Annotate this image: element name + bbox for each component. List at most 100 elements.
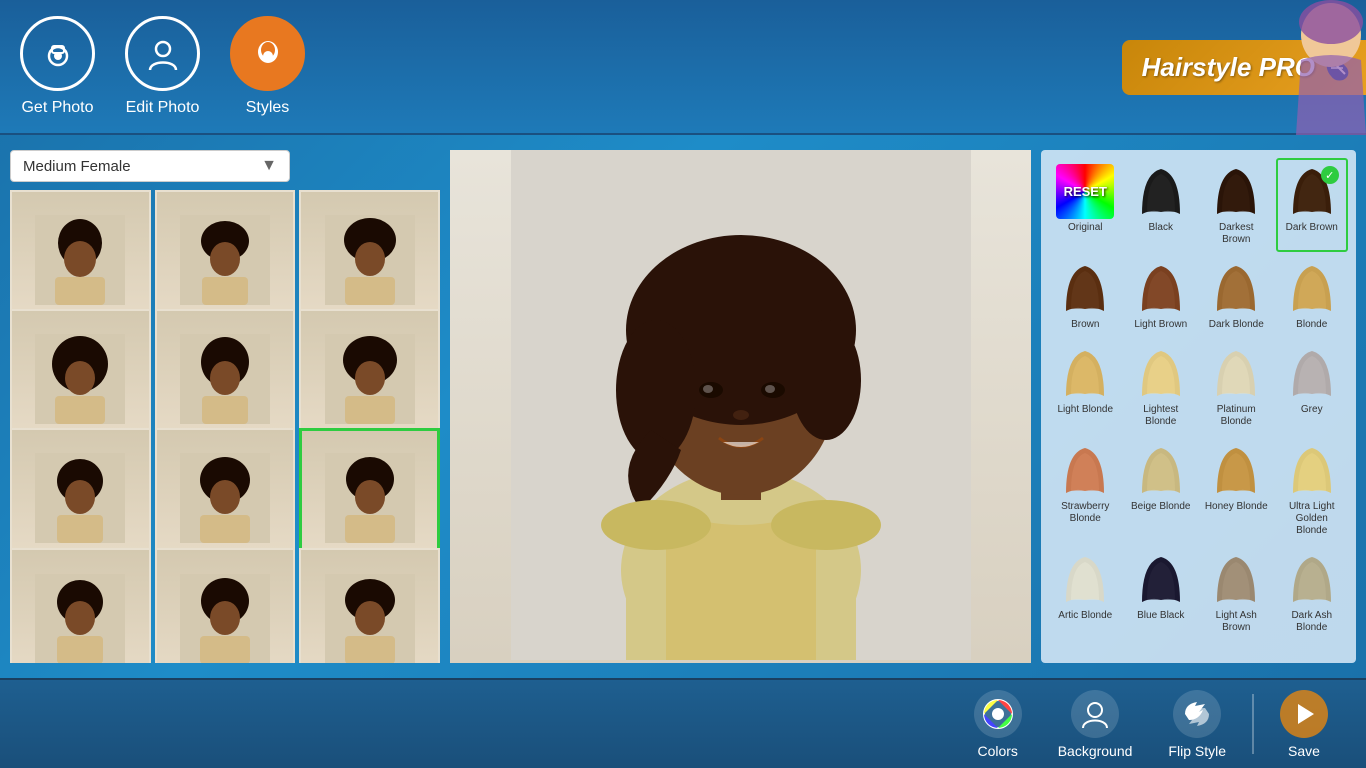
color-label-lightest-blonde: Lightest Blonde [1129, 404, 1194, 428]
colors-button[interactable]: Colors [956, 682, 1040, 767]
color-label-original: Original [1068, 222, 1102, 234]
background-icon [1071, 690, 1119, 738]
center-panel [450, 150, 1031, 663]
logo-area: Hairstyle PRO [1106, 0, 1366, 135]
color-item-blonde[interactable]: Blonde [1276, 255, 1349, 337]
color-item-darkest-brown[interactable]: Darkest Brown [1200, 158, 1273, 252]
colors-grid: RESET Original Black Darkest Brown [1049, 158, 1348, 640]
reset-swatch: RESET [1056, 164, 1114, 219]
style-category-dropdown[interactable]: Medium Female ▼ [10, 150, 290, 182]
color-label-strawberry-blonde: Strawberry Blonde [1053, 501, 1118, 525]
color-item-grey[interactable]: Grey [1276, 340, 1349, 434]
grey-swatch [1283, 346, 1341, 401]
color-label-ultra-light-golden-blonde: Ultra Light Golden Blonde [1280, 501, 1345, 537]
artic-blonde-swatch [1056, 552, 1114, 607]
black-swatch [1132, 164, 1190, 219]
color-item-platinum-blonde[interactable]: Platinum Blonde [1200, 340, 1273, 434]
dark-brown-swatch: ✓ [1283, 164, 1341, 219]
selected-check-icon: ✓ [1321, 166, 1339, 184]
save-label: Save [1288, 743, 1320, 759]
flip-style-label: Flip Style [1168, 743, 1226, 759]
styles-button[interactable]: Styles [230, 16, 305, 117]
dark-blonde-swatch [1207, 261, 1265, 316]
color-label-beige-blonde: Beige Blonde [1131, 501, 1191, 513]
colors-label: Colors [977, 743, 1017, 759]
color-item-dark-blonde[interactable]: Dark Blonde [1200, 255, 1273, 337]
color-item-original[interactable]: RESET Original [1049, 158, 1122, 252]
hairstyle-icon [230, 16, 305, 91]
color-item-black[interactable]: Black [1125, 158, 1198, 252]
divider [1252, 694, 1254, 754]
color-label-light-brown: Light Brown [1134, 319, 1187, 331]
background-button[interactable]: Background [1040, 682, 1151, 767]
top-bar: Get Photo Edit Photo Styles [0, 0, 1366, 135]
edit-photo-button[interactable]: Edit Photo [125, 16, 200, 117]
get-photo-label: Get Photo [21, 99, 93, 117]
color-label-dark-brown: Dark Brown [1286, 222, 1338, 234]
save-button[interactable]: Save [1262, 682, 1346, 767]
lightest-blonde-swatch [1132, 346, 1190, 401]
style-item-63[interactable]: ✓ [299, 428, 440, 569]
ultra-light-golden-blonde-swatch [1283, 443, 1341, 498]
main-content: Medium Female ▼ 55 56 [0, 135, 1366, 678]
color-item-beige-blonde[interactable]: Beige Blonde [1125, 437, 1198, 543]
style-item-64[interactable]: 64 [10, 548, 151, 663]
color-label-brown: Brown [1071, 319, 1099, 331]
style-item-65[interactable]: 65 [155, 548, 296, 663]
styles-label: Styles [246, 99, 290, 117]
style-item-66[interactable]: 66 [299, 548, 440, 663]
logo-woman-decoration [1236, 0, 1366, 135]
nav-buttons: Get Photo Edit Photo Styles [20, 16, 305, 117]
light-blonde-swatch [1056, 346, 1114, 401]
style-item-61[interactable]: 61 [10, 428, 151, 569]
color-item-dark-brown[interactable]: ✓ Dark Brown [1276, 158, 1349, 252]
color-label-dark-blonde: Dark Blonde [1209, 319, 1264, 331]
colors-icon [974, 690, 1022, 738]
dropdown-label: Medium Female [23, 158, 131, 175]
strawberry-blonde-swatch [1056, 443, 1114, 498]
left-panel: Medium Female ▼ 55 56 [10, 150, 440, 663]
color-label-blonde: Blonde [1296, 319, 1327, 331]
color-item-brown[interactable]: Brown [1049, 255, 1122, 337]
color-label-darkest-brown: Darkest Brown [1204, 222, 1269, 246]
color-label-dark-ash-blonde: Dark Ash Blonde [1280, 610, 1345, 634]
dark-ash-blonde-swatch [1283, 552, 1341, 607]
color-item-light-ash-brown[interactable]: Light Ash Brown [1200, 546, 1273, 640]
color-item-honey-blonde[interactable]: Honey Blonde [1200, 437, 1273, 543]
color-item-dark-ash-blonde[interactable]: Dark Ash Blonde [1276, 546, 1349, 640]
light-brown-swatch [1132, 261, 1190, 316]
camera-icon [20, 16, 95, 91]
blue-black-swatch [1132, 552, 1190, 607]
color-label-grey: Grey [1301, 404, 1323, 416]
edit-photo-label: Edit Photo [126, 99, 200, 117]
color-label-honey-blonde: Honey Blonde [1205, 501, 1268, 513]
color-item-blue-black[interactable]: Blue Black [1125, 546, 1198, 640]
chevron-down-icon: ▼ [261, 157, 277, 175]
light-ash-brown-swatch [1207, 552, 1265, 607]
color-item-artic-blonde[interactable]: Artic Blonde [1049, 546, 1122, 640]
color-label-blue-black: Blue Black [1137, 610, 1184, 622]
bottom-bar: Colors Background Flip Style Save [0, 678, 1366, 768]
get-photo-button[interactable]: Get Photo [20, 16, 95, 117]
save-icon [1280, 690, 1328, 738]
color-panel: RESET Original Black Darkest Brown [1041, 150, 1356, 663]
platinum-blonde-swatch [1207, 346, 1265, 401]
color-label-light-ash-brown: Light Ash Brown [1204, 610, 1269, 634]
reset-label: RESET [1064, 184, 1107, 199]
color-item-ultra-light-golden-blonde[interactable]: Ultra Light Golden Blonde [1276, 437, 1349, 543]
style-item-62[interactable]: 62 [155, 428, 296, 569]
color-item-light-brown[interactable]: Light Brown [1125, 255, 1198, 337]
color-label-black: Black [1149, 222, 1173, 234]
beige-blonde-swatch [1132, 443, 1190, 498]
background-label: Background [1058, 743, 1133, 759]
darkest-brown-swatch [1207, 164, 1265, 219]
color-item-light-blonde[interactable]: Light Blonde [1049, 340, 1122, 434]
main-preview-image [511, 150, 971, 660]
honey-blonde-swatch [1207, 443, 1265, 498]
color-item-strawberry-blonde[interactable]: Strawberry Blonde [1049, 437, 1122, 543]
color-item-lightest-blonde[interactable]: Lightest Blonde [1125, 340, 1198, 434]
brown-swatch [1056, 261, 1114, 316]
styles-grid: 55 56 [10, 190, 440, 663]
flip-style-button[interactable]: Flip Style [1150, 682, 1244, 767]
color-label-artic-blonde: Artic Blonde [1058, 610, 1112, 622]
